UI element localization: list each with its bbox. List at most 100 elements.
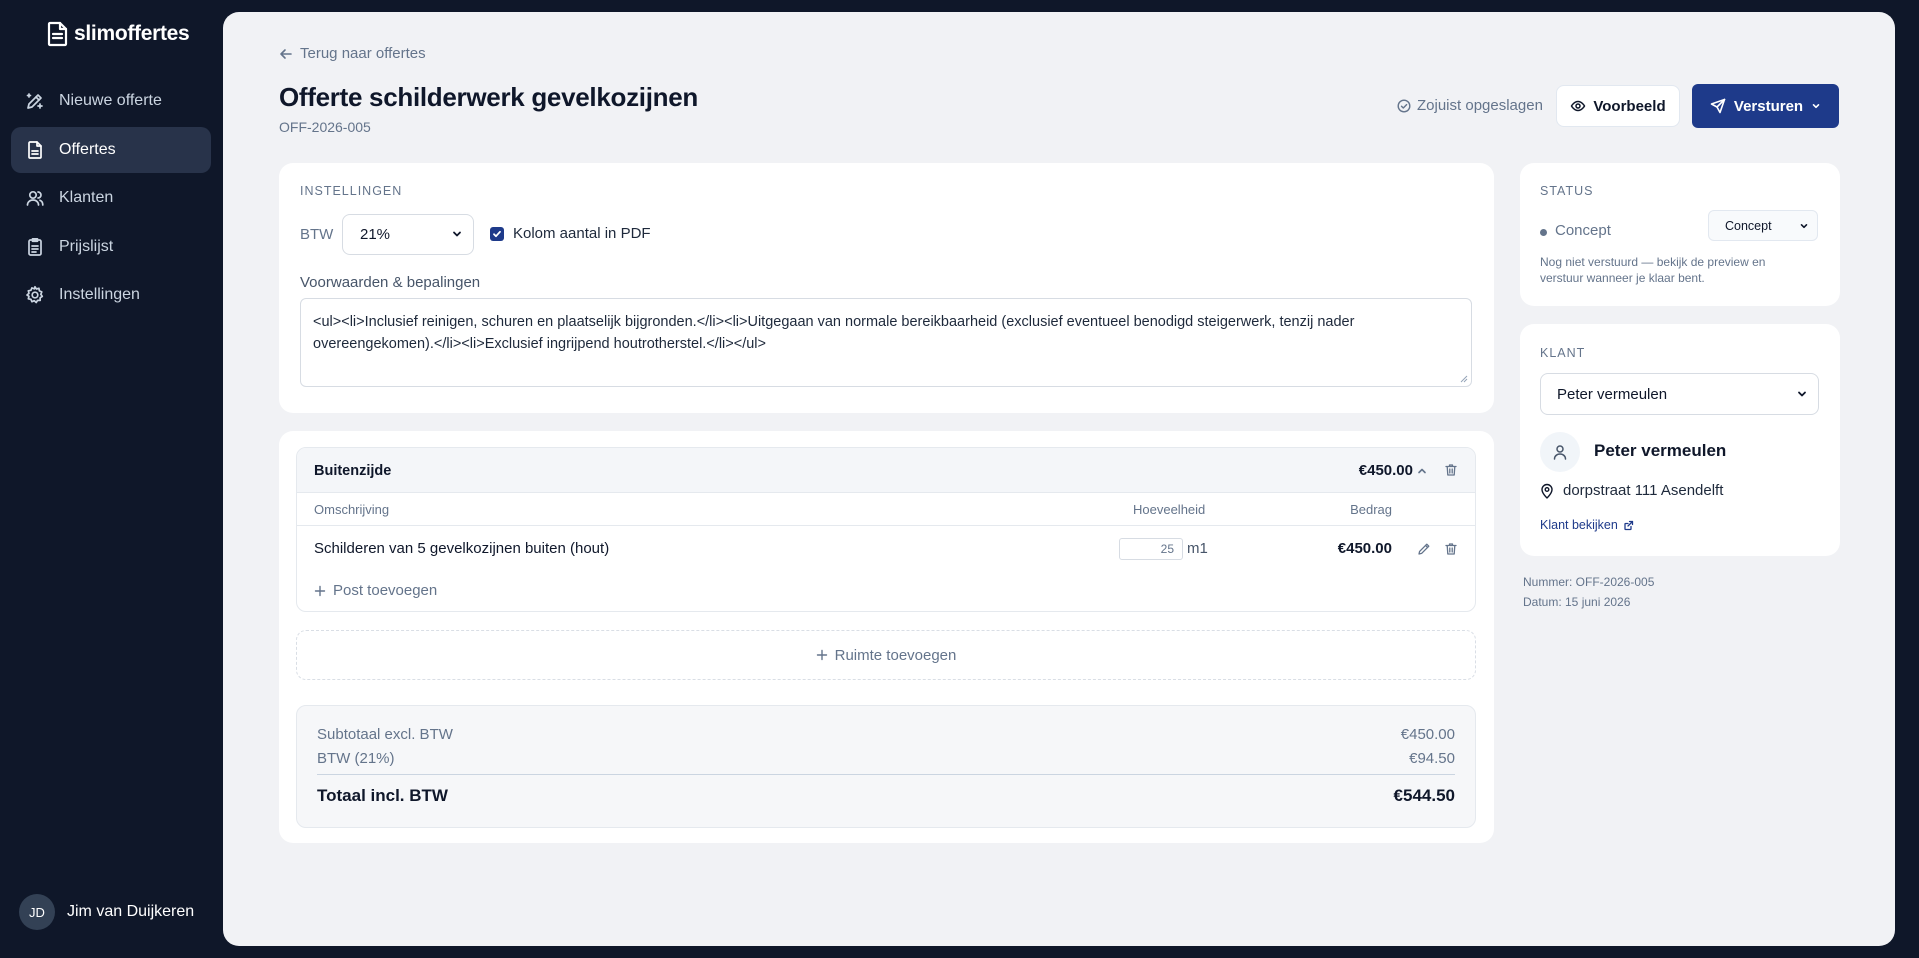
subtotal-label: Subtotaal excl. BTW: [317, 726, 453, 743]
terms-value: <ul><li>Inclusief reinigen, schuren en p…: [313, 314, 1355, 352]
settings-section-label: Instellingen: [300, 184, 403, 198]
page-title: Offerte schilderwerk gevelkozijnen: [279, 82, 698, 112]
user-name: Jim van Duijkeren: [67, 903, 195, 920]
user-profile[interactable]: JD Jim van Duijkeren: [19, 894, 194, 930]
items-card: Buitenzijde €450.00 Omschrijving Hoeveel…: [279, 431, 1494, 843]
map-pin-icon: [1540, 483, 1554, 499]
sidebar-item-klanten[interactable]: Klanten: [11, 175, 211, 221]
client-select-value: Peter vermeulen: [1557, 386, 1668, 403]
sidebar-item-offertes[interactable]: Offertes: [11, 126, 211, 173]
room-header[interactable]: Buitenzijde €450.00: [297, 448, 1475, 493]
status-dot-icon: [1540, 229, 1547, 236]
row-description[interactable]: Schilderen van 5 gevelkozijnen buiten (h…: [314, 540, 609, 557]
chevron-down-icon: [1799, 221, 1809, 231]
brand-logo[interactable]: slimoffertes: [46, 21, 190, 47]
subtotal-value: €450.00: [1400, 726, 1455, 743]
table-row: Schilderen van 5 gevelkozijnen buiten (h…: [297, 526, 1475, 572]
client-select[interactable]: Peter vermeulen: [1540, 373, 1819, 415]
checkbox-checked-icon[interactable]: [490, 226, 504, 241]
logo-document-icon: [46, 21, 70, 47]
send-button-label: Versturen: [1733, 97, 1804, 115]
grand-total-label: Totaal incl. BTW: [317, 786, 448, 805]
quantity-value: 25: [1160, 542, 1174, 556]
subtotal-line: Subtotaal excl. BTW €450.00: [317, 726, 1455, 743]
totals-box: Subtotaal excl. BTW €450.00 BTW (21%) €9…: [296, 705, 1476, 828]
status-note: Nog niet verstuurd — bekijk de preview e…: [1540, 255, 1766, 285]
delete-room-trash-icon[interactable]: [1444, 463, 1458, 477]
back-link[interactable]: Terug naar offertes: [279, 45, 426, 62]
add-post-button[interactable]: Post toevoegen: [314, 582, 437, 599]
avatar: JD: [19, 894, 55, 930]
btw-label: BTW: [300, 226, 334, 243]
chevron-down-icon: [451, 228, 463, 240]
sidebar-item-nieuwe-offerte[interactable]: Nieuwe offerte: [11, 78, 211, 124]
eye-icon: [1570, 98, 1586, 114]
resize-handle-icon[interactable]: [1460, 375, 1468, 383]
gear-icon: [25, 285, 45, 305]
add-room-label: Ruimte toevoegen: [834, 646, 957, 664]
client-section-label: Klant: [1540, 346, 1586, 360]
status-card: Status Concept Concept Nog niet verstuur…: [1520, 163, 1840, 306]
sidebar-item-prijslijst[interactable]: Prijslijst: [11, 224, 211, 270]
add-room-button[interactable]: Ruimte toevoegen: [296, 630, 1476, 680]
offer-number: OFF-2026-005: [279, 119, 371, 135]
row-amount: €450.00: [1337, 540, 1392, 557]
btw-select-value: 21%: [360, 226, 391, 243]
chevron-up-icon[interactable]: [1416, 465, 1428, 477]
quantity-input[interactable]: 25: [1119, 538, 1183, 560]
view-client-label: Klant bekijken: [1540, 518, 1618, 532]
meta-number: Nummer: OFF-2026-005: [1523, 575, 1655, 589]
room-total: €450.00: [1358, 462, 1413, 479]
send-icon: [1710, 98, 1726, 114]
sidebar-item-label: Nieuwe offerte: [59, 92, 162, 109]
edit-pencil-icon[interactable]: [1417, 542, 1431, 556]
sidebar-nav: Nieuwe offerte Offertes Klanten Prijslij…: [11, 78, 211, 321]
sidebar-item-label: Prijslijst: [59, 237, 114, 255]
view-client-link[interactable]: Klant bekijken: [1540, 518, 1634, 532]
arrow-left-icon: [279, 47, 293, 61]
totals-divider: [317, 774, 1455, 775]
table-header: Omschrijving Hoeveelheid Bedrag: [297, 493, 1475, 526]
document-icon: [25, 140, 45, 160]
status-select[interactable]: Concept: [1708, 210, 1818, 241]
kolom-aantal-label: Kolom aantal in PDF: [513, 225, 651, 242]
row-unit: m1: [1187, 540, 1208, 557]
clipboard-icon: [25, 237, 45, 257]
room-section: Buitenzijde €450.00 Omschrijving Hoeveel…: [296, 447, 1476, 612]
check-circle-icon: [1397, 98, 1411, 113]
kolom-aantal-checkbox[interactable]: Kolom aantal in PDF: [490, 225, 651, 242]
save-status-label: Zojuist opgeslagen: [1417, 97, 1543, 114]
grand-total-line: Totaal incl. BTW €544.50: [317, 786, 1455, 806]
sidebar-item-instellingen[interactable]: Instellingen: [11, 272, 211, 318]
client-avatar: [1540, 432, 1580, 472]
btw-total-label: BTW (21%): [317, 750, 395, 767]
column-header-amount: Bedrag: [1350, 502, 1392, 517]
plus-icon: [816, 649, 828, 661]
sidebar-item-label: Klanten: [59, 189, 114, 206]
sidebar-item-label: Instellingen: [59, 286, 140, 303]
room-name: Buitenzijde: [314, 463, 392, 479]
terms-textarea[interactable]: <ul><li>Inclusief reinigen, schuren en p…: [300, 298, 1472, 387]
preview-button-label: Voorbeeld: [1593, 97, 1666, 115]
sidebar: slimoffertes Nieuwe offerte Offertes Kla…: [0, 0, 223, 958]
main-content: Terug naar offertes Offerte schilderwerk…: [223, 12, 1895, 946]
pencil-sparkle-icon: [25, 91, 45, 111]
client-name: Peter vermeulen: [1594, 441, 1727, 460]
back-link-label: Terug naar offertes: [300, 45, 426, 62]
save-status: Zojuist opgeslagen: [1397, 97, 1543, 114]
client-address: dorpstraat 111 Asendelft: [1540, 482, 1723, 499]
terms-label: Voorwaarden & bepalingen: [300, 274, 481, 291]
grand-total-value: €544.50: [1393, 786, 1455, 805]
meta-date: Datum: 15 juni 2026: [1523, 595, 1631, 609]
btw-select[interactable]: 21%: [342, 214, 474, 255]
send-button[interactable]: Versturen: [1692, 84, 1839, 128]
preview-button[interactable]: Voorbeeld: [1556, 85, 1680, 127]
settings-card: Instellingen BTW 21% Kolom aantal in PDF…: [279, 163, 1494, 413]
users-icon: [25, 188, 45, 208]
chevron-down-icon: [1811, 101, 1821, 111]
client-card: Klant Peter vermeulen Peter vermeulen do…: [1520, 324, 1840, 556]
chevron-down-icon: [1796, 388, 1808, 400]
external-link-icon: [1623, 520, 1634, 531]
status-select-value: Concept: [1725, 219, 1772, 233]
delete-row-trash-icon[interactable]: [1444, 542, 1458, 556]
